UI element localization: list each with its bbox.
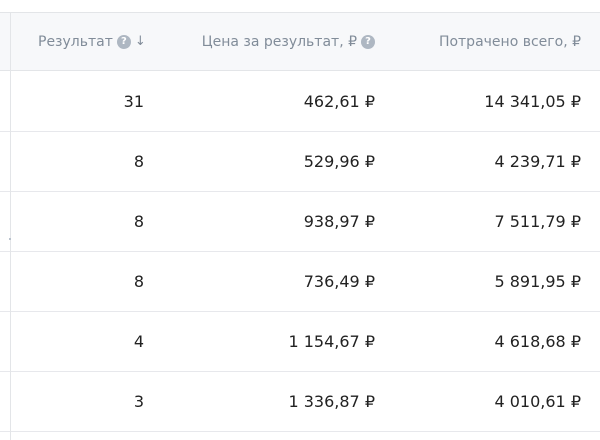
cell-cost-per-result: 462,61 ₽ bbox=[303, 92, 375, 111]
column-header-spent-total-label: Потрачено всего, ₽ bbox=[438, 33, 581, 50]
table-row[interactable]: 8 529,96 ₽ 4 239,71 ₽ bbox=[0, 132, 600, 192]
cell-result: 4 bbox=[133, 332, 144, 351]
stats-table: Результат ? ↓ Цена за результат, ₽ ? Пот… bbox=[0, 0, 600, 440]
cell-result: 31 bbox=[123, 92, 144, 111]
cell-result: 8 bbox=[133, 272, 144, 291]
cell-spent-total: 4 010,61 ₽ bbox=[494, 392, 581, 411]
cell-spent-total: 4 239,71 ₽ bbox=[494, 152, 581, 171]
cell-cost-per-result: 938,97 ₽ bbox=[303, 212, 375, 231]
cell-cost-per-result: 736,49 ₽ bbox=[303, 272, 375, 291]
cell-result: 8 bbox=[133, 212, 144, 231]
cell-cost-per-result: 1 336,87 ₽ bbox=[288, 392, 375, 411]
question-circle-icon[interactable]: ? bbox=[361, 34, 375, 49]
column-header-cost-per-result-label: Цена за результат, ₽ bbox=[201, 33, 357, 50]
table-row[interactable]: 4 1 154,67 ₽ 4 618,68 ₽ bbox=[0, 312, 600, 372]
cell-spent-total: 14 341,05 ₽ bbox=[484, 92, 581, 111]
column-header-result-label: Результат bbox=[38, 33, 113, 50]
cell-cost-per-result: 1 154,67 ₽ bbox=[288, 332, 375, 351]
cell-cost-per-result: 529,96 ₽ bbox=[303, 152, 375, 171]
top-strip bbox=[0, 0, 600, 12]
question-circle-icon[interactable]: ? bbox=[116, 34, 131, 49]
table-row[interactable]: 8 736,49 ₽ 5 891,95 ₽ bbox=[0, 252, 600, 312]
table-row[interactable]: 3 1 336,87 ₽ 4 010,61 ₽ bbox=[0, 372, 600, 432]
table-row[interactable]: 8 938,97 ₽ 7 511,79 ₽ bbox=[0, 192, 600, 252]
column-header-cost-per-result[interactable]: Цена за результат, ₽ ? bbox=[202, 13, 375, 70]
cell-spent-total: 7 511,79 ₽ bbox=[494, 212, 581, 231]
arrow-down-icon[interactable]: ↓ bbox=[135, 34, 146, 49]
cell-result: 8 bbox=[133, 152, 144, 171]
column-header-result[interactable]: Результат ? ↓ bbox=[38, 13, 146, 70]
left-column-divider bbox=[10, 12, 11, 440]
table-header: Результат ? ↓ Цена за результат, ₽ ? Пот… bbox=[0, 12, 600, 71]
cell-spent-total: 4 618,68 ₽ bbox=[494, 332, 581, 351]
cell-spent-total: 5 891,95 ₽ bbox=[494, 272, 581, 291]
column-header-spent-total[interactable]: Потрачено всего, ₽ bbox=[439, 13, 581, 70]
table-row[interactable]: 31 462,61 ₽ 14 341,05 ₽ bbox=[0, 72, 600, 132]
row-marker-dot bbox=[9, 238, 11, 240]
cell-result: 3 bbox=[133, 392, 144, 411]
